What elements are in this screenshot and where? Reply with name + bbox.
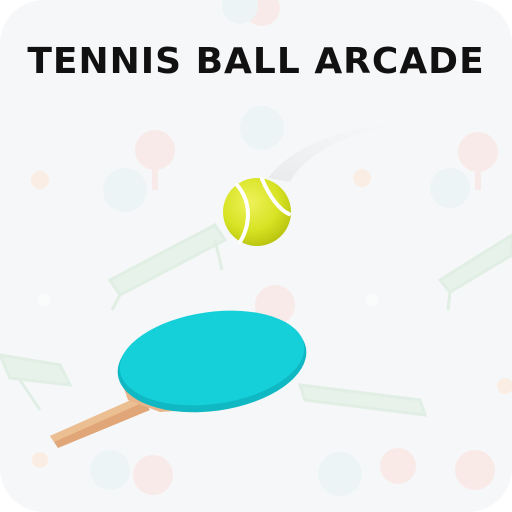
play-area[interactable] bbox=[0, 0, 512, 512]
tennis-ball-icon[interactable] bbox=[223, 177, 291, 246]
game-screen: TENNIS BALL ARCADE bbox=[0, 0, 512, 512]
ping-pong-paddle-icon[interactable] bbox=[50, 300, 313, 448]
ball-motion-trail bbox=[268, 122, 410, 182]
